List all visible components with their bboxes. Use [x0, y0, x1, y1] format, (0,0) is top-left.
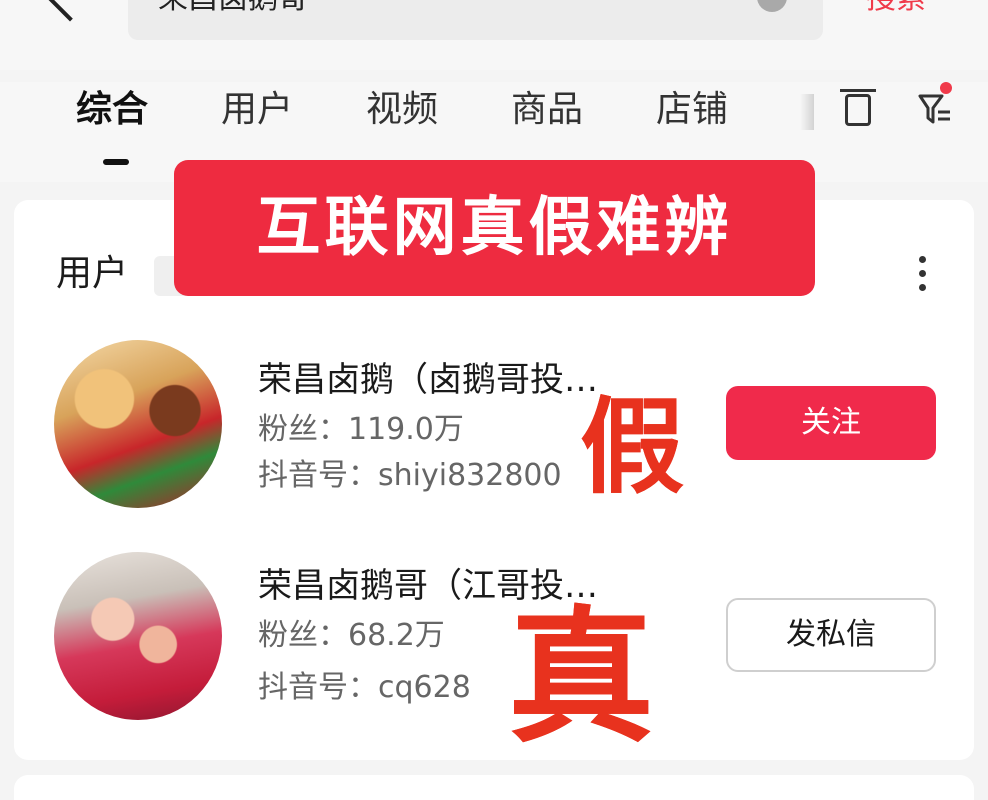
overlay-banner: 互联网真假难辨: [174, 160, 815, 296]
tab-products[interactable]: 商品: [511, 88, 583, 132]
fake-stamp: 假: [570, 392, 695, 502]
search-header: 荣昌卤鹅哥 搜索: [0, 0, 988, 70]
avatar[interactable]: [54, 552, 222, 720]
message-button[interactable]: 发私信: [726, 598, 936, 672]
layout-icon[interactable]: [840, 89, 876, 126]
tabs-overflow-fade: [800, 94, 814, 130]
avatar[interactable]: [54, 340, 222, 508]
section-title: 用户: [56, 253, 129, 294]
user-row[interactable]: 荣昌卤鹅哥（江哥投… 粉丝：68.2万 抖音号：cq628 发私信: [14, 552, 974, 732]
user-douyin-id: 抖音号：cq628: [258, 670, 471, 705]
follow-button[interactable]: 关注: [726, 386, 936, 460]
user-name: 荣昌卤鹅（卤鹅哥投…: [258, 360, 598, 400]
active-tab-indicator: [103, 159, 129, 165]
tab-shops[interactable]: 店铺: [656, 88, 728, 132]
next-section-card: [14, 775, 974, 800]
search-button[interactable]: 搜索: [866, 0, 926, 14]
filter-icon[interactable]: [918, 92, 952, 128]
tab-users[interactable]: 用户: [221, 88, 293, 132]
user-fans: 粉丝：68.2万: [258, 618, 445, 653]
tab-videos[interactable]: 视频: [366, 88, 438, 132]
filter-badge-dot: [940, 82, 952, 94]
more-icon[interactable]: [919, 256, 927, 296]
user-fans: 粉丝：119.0万: [258, 412, 464, 447]
search-input[interactable]: 荣昌卤鹅哥: [128, 0, 823, 40]
clear-icon[interactable]: [757, 0, 787, 12]
real-stamp: 真: [500, 600, 662, 756]
back-icon[interactable]: [44, 0, 96, 22]
tab-comprehensive[interactable]: 综合: [76, 88, 148, 132]
search-query: 荣昌卤鹅哥: [158, 0, 308, 14]
user-douyin-id: 抖音号：shiyi832800: [258, 458, 562, 493]
user-row[interactable]: 荣昌卤鹅（卤鹅哥投… 粉丝：119.0万 抖音号：shiyi832800 关注: [14, 340, 974, 520]
